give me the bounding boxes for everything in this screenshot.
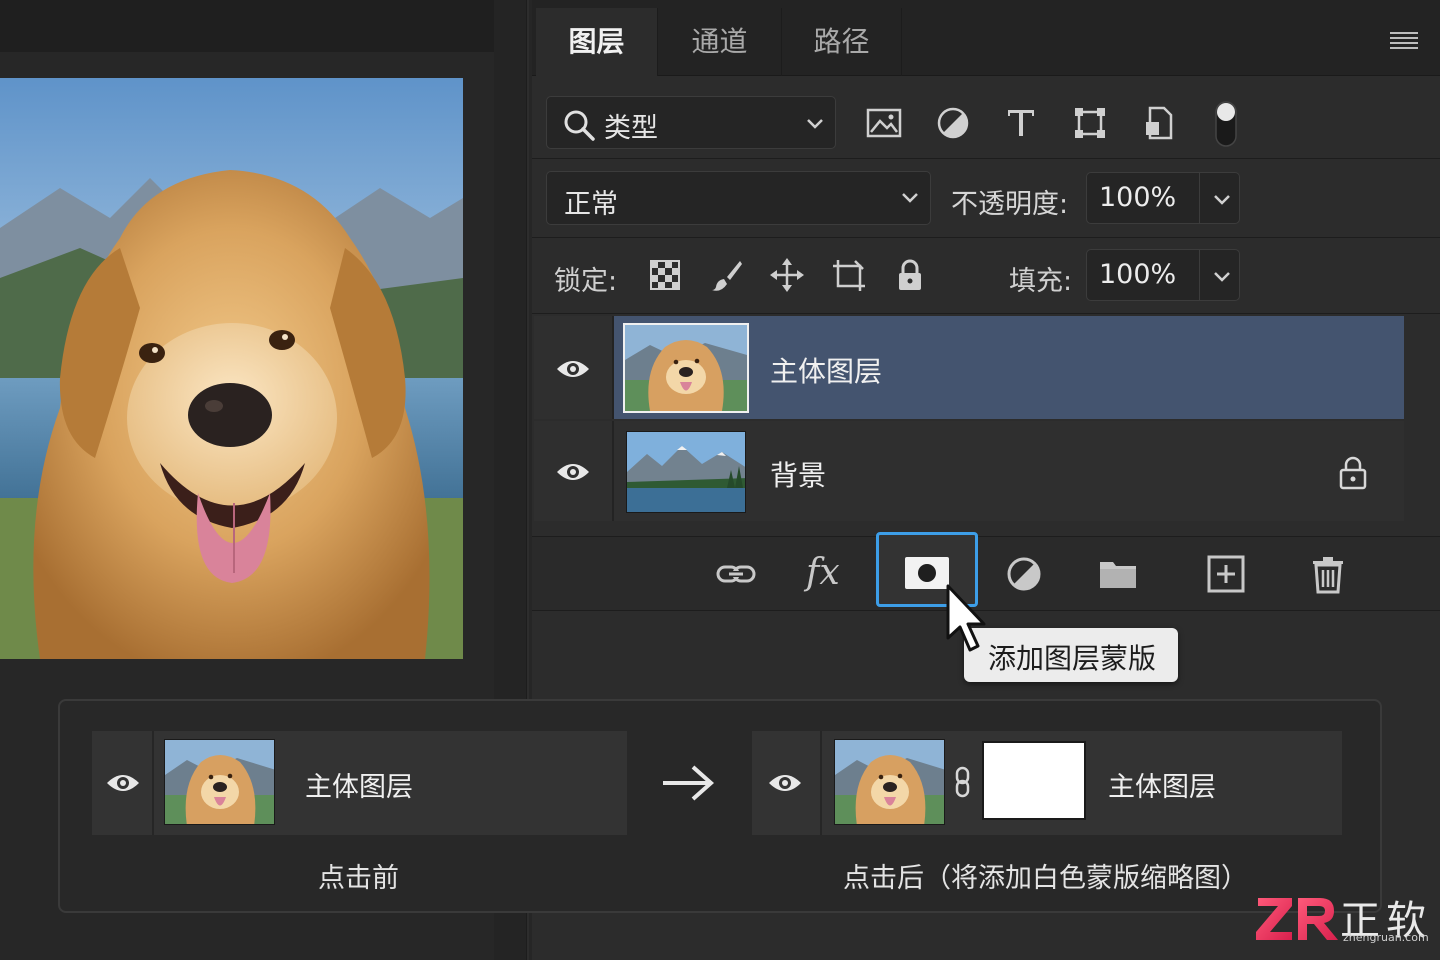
white-mask-thumbnail	[982, 741, 1086, 820]
chain-link-icon	[952, 766, 974, 798]
filter-type-label: 类型	[604, 113, 658, 144]
tab-paths[interactable]: 路径	[782, 8, 902, 76]
chevron-down-icon	[804, 114, 826, 134]
arrow-right-icon	[660, 762, 716, 804]
canvas-top-bar	[0, 0, 494, 52]
opacity-field[interactable]: 100%	[1086, 172, 1240, 224]
new-layer-icon[interactable]	[1206, 554, 1246, 594]
shape-filter-icon[interactable]	[1071, 104, 1109, 142]
eye-icon	[767, 771, 803, 795]
after-caption: 点击后（将添加白色蒙版缩略图）	[843, 863, 1248, 894]
tooltip-text: 添加图层蒙版	[988, 642, 1157, 675]
chevron-down-icon[interactable]	[1211, 190, 1233, 210]
opacity-label: 不透明度:	[951, 189, 1069, 220]
fx-icon[interactable]: fx	[806, 552, 840, 593]
search-icon	[562, 108, 596, 142]
fill-label: 填充:	[1009, 266, 1073, 297]
layer-thumbnail-dog[interactable]	[623, 323, 749, 413]
before-layer-name: 主体图层	[305, 772, 413, 803]
layer-lock-icon[interactable]	[1336, 454, 1370, 490]
fill-field[interactable]: 100%	[1086, 249, 1240, 301]
mouse-cursor-icon	[944, 582, 992, 654]
lock-paint-icon[interactable]	[709, 257, 745, 293]
before-caption: 点击前	[318, 863, 399, 894]
tab-layers[interactable]: 图层	[536, 8, 658, 76]
eye-icon	[105, 771, 141, 795]
trash-icon[interactable]	[1308, 554, 1348, 594]
group-folder-icon[interactable]	[1098, 554, 1138, 594]
layer-thumbnail-landscape[interactable]	[626, 431, 746, 513]
type-filter-icon[interactable]	[1002, 104, 1040, 142]
layer-name-background[interactable]: 背景	[770, 454, 826, 494]
hamburger-menu-icon[interactable]	[1390, 32, 1418, 50]
document-image-dog[interactable]	[0, 78, 463, 659]
lock-all-icon[interactable]	[892, 257, 928, 293]
lock-transparent-icon[interactable]	[647, 257, 683, 293]
chevron-down-icon[interactable]	[1211, 267, 1233, 287]
filter-toggle-icon[interactable]	[1212, 100, 1240, 148]
layer-name-subject[interactable]: 主体图层	[770, 350, 882, 390]
chevron-down-icon	[899, 188, 921, 208]
eye-icon[interactable]	[555, 460, 591, 484]
eye-icon[interactable]	[555, 357, 591, 381]
adjustment-filter-icon[interactable]	[934, 104, 972, 142]
lock-move-icon[interactable]	[769, 257, 805, 293]
link-layers-icon[interactable]	[716, 554, 756, 594]
lock-artboard-icon[interactable]	[831, 257, 867, 293]
zr-logo-icon	[1254, 892, 1340, 946]
opacity-value[interactable]: 100%	[1099, 182, 1176, 213]
tab-channels[interactable]: 通道	[658, 8, 782, 76]
blend-mode-value: 正常	[564, 189, 618, 220]
watermark-url: zhengruan.com	[1343, 931, 1429, 944]
after-layer-name: 主体图层	[1108, 772, 1216, 803]
image-filter-icon[interactable]	[865, 104, 903, 142]
fill-value[interactable]: 100%	[1099, 259, 1176, 290]
lock-label: 锁定:	[554, 266, 618, 297]
before-thumbnail-dog	[164, 739, 275, 825]
smart-object-filter-icon[interactable]	[1140, 104, 1178, 142]
after-thumbnail-dog	[834, 739, 945, 825]
adjustment-layer-icon[interactable]	[1004, 554, 1044, 594]
